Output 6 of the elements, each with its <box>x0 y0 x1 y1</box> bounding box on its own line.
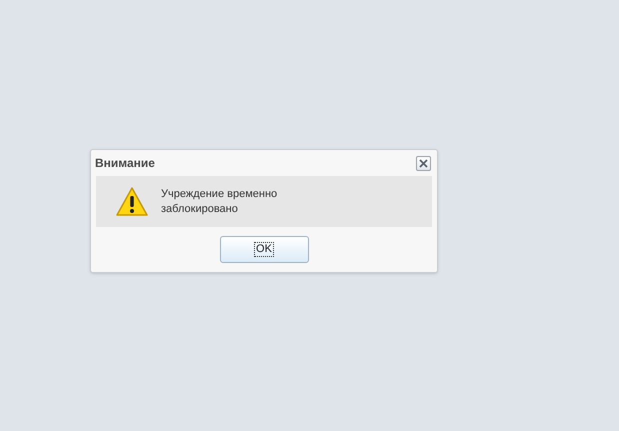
dialog-title: Внимание <box>95 155 155 172</box>
warning-icon <box>115 186 149 218</box>
close-button[interactable] <box>416 156 431 170</box>
message-text: Учреждение временно заблокировано <box>161 186 278 216</box>
ok-button[interactable]: OK <box>220 236 308 263</box>
close-icon <box>419 158 428 168</box>
